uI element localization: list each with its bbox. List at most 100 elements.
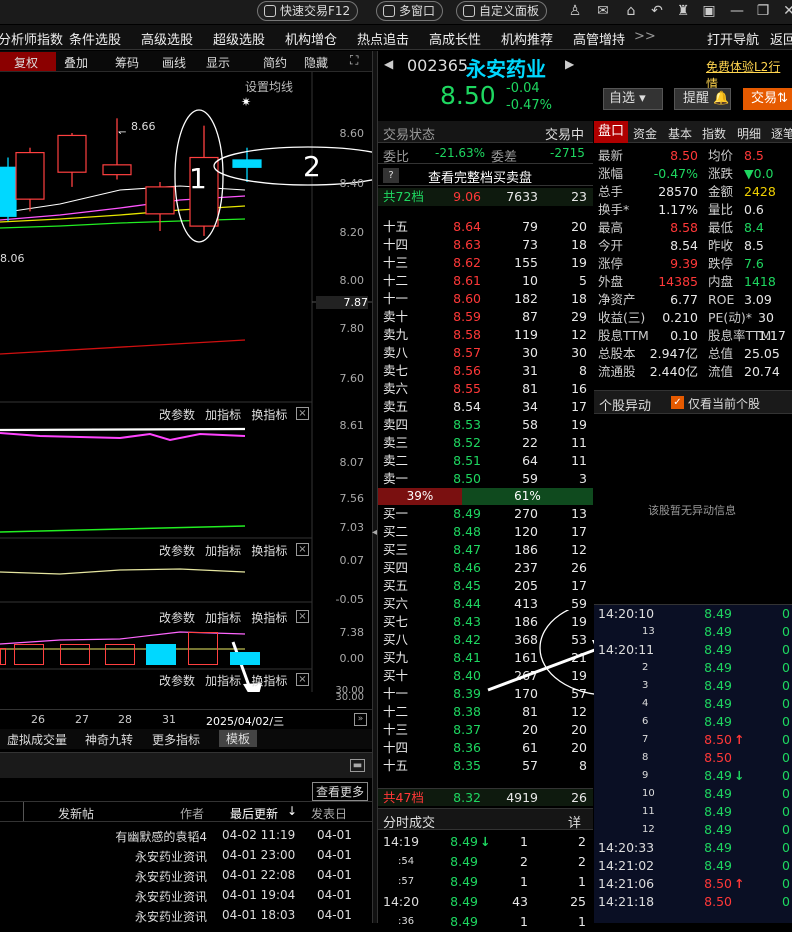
checkbox-checked-icon[interactable]: ✓ — [671, 396, 684, 409]
menu-more[interactable]: >> — [634, 29, 656, 44]
home-icon[interactable]: ⌂ — [622, 2, 640, 20]
forward-icon[interactable]: » — [354, 713, 367, 726]
quote-value: 8.4 — [744, 220, 764, 235]
fuquan-button[interactable]: 复权 — [14, 54, 38, 71]
post-button[interactable]: 发新帖 — [58, 805, 94, 822]
display-button[interactable]: 显示 — [206, 54, 230, 71]
minimize-icon[interactable]: — — [728, 2, 746, 20]
tab-nine-turn[interactable]: 神奇九转 — [85, 731, 133, 748]
menu-item-condition[interactable]: 条件选股 — [69, 29, 121, 48]
level-volume: 22 — [522, 435, 538, 450]
menu-item-inst-add[interactable]: 机构增仓 — [285, 29, 337, 48]
back-link[interactable]: 返回 — [770, 29, 792, 48]
collapse-left-icon[interactable]: ◂ — [372, 527, 377, 538]
edit-param-button[interactable]: 改参数 — [159, 611, 195, 625]
wb-label: 委比 — [383, 150, 410, 165]
tab-detail[interactable]: 明细 — [737, 125, 761, 142]
add-indicator-button[interactable]: 加指标 — [205, 408, 241, 422]
ts-price: 8.49 — [450, 834, 478, 849]
back-icon[interactable]: ↶ — [648, 2, 666, 20]
ts-n: 25 — [570, 894, 586, 909]
news-row[interactable]: 永安药业资讯 04-01 23:00 04-01 — [0, 846, 372, 866]
news-row[interactable]: 永安药业资讯 04-01 19:04 04-01 — [0, 886, 372, 906]
switch-indicator-button[interactable]: 换指标 — [251, 408, 287, 422]
level-price: 8.37 — [453, 722, 481, 737]
price-tick: 8.60 — [339, 127, 365, 140]
timesales-detail-button[interactable]: 详 — [568, 812, 581, 831]
news-row[interactable]: 永安药业资讯 04-01 22:08 04-01 — [0, 866, 372, 886]
tick-row: 14:20:33 8.49 0 — [594, 839, 792, 857]
switch-indicator-button[interactable]: 换指标 — [251, 674, 287, 688]
multi-window-button[interactable]: 多窗口 — [376, 1, 444, 21]
user-icon[interactable]: ♙ — [566, 2, 584, 20]
menu-item-advanced[interactable]: 高级选股 — [141, 29, 193, 48]
menu-item-analyst[interactable]: 分析师指数 — [0, 29, 63, 48]
edit-param-button[interactable]: 改参数 — [159, 408, 195, 422]
open-nav[interactable]: 打开导航 — [707, 29, 759, 48]
help-icon[interactable]: ? — [383, 168, 399, 183]
close-icon[interactable]: ✕ — [780, 2, 792, 20]
level-count: 19 — [571, 417, 587, 432]
close-indicator-icon[interactable]: × — [296, 610, 309, 623]
add-indicator-button[interactable]: 加指标 — [205, 674, 241, 688]
switch-indicator-button[interactable]: 换指标 — [251, 544, 287, 558]
tab-funds[interactable]: 资金 — [633, 125, 657, 142]
menu-item-growth[interactable]: 高成长性 — [429, 29, 481, 48]
mail-icon[interactable]: ✉ — [594, 2, 612, 20]
quick-trade-button[interactable]: 快速交易F12 — [257, 1, 359, 21]
remind-button[interactable]: 提醒 🔔 — [674, 88, 731, 110]
free-l2-link[interactable]: 免费体验L2行情 — [706, 58, 792, 92]
prev-stock-icon[interactable]: ◀ — [384, 57, 393, 71]
add-indicator-button[interactable]: 加指标 — [205, 544, 241, 558]
quote-label: 总值 — [708, 346, 734, 361]
buy-level-label: 买十 — [383, 668, 409, 683]
candles-group — [0, 118, 262, 236]
tab-pankou[interactable]: 盘口 — [594, 121, 628, 143]
overlay-button[interactable]: 叠加 — [64, 54, 88, 71]
tick-row: 3 8.49 0 — [594, 677, 792, 695]
chips-button[interactable]: 筹码 — [115, 54, 139, 71]
see-more-button[interactable]: 查看更多 — [312, 782, 369, 801]
published-header[interactable]: 发表日 — [311, 805, 347, 822]
switch-indicator-button[interactable]: 换指标 — [251, 611, 287, 625]
trade-button[interactable]: 交易⇅ — [743, 88, 792, 110]
menu-item-hotspot[interactable]: 热点追击 — [357, 29, 409, 48]
panel-toggle-icon[interactable]: ▬ — [350, 759, 365, 772]
anomaly-checkbox-label[interactable]: 仅看当前个股 — [688, 395, 760, 412]
draw-button[interactable]: 画线 — [162, 54, 186, 71]
tab-virtual-volume[interactable]: 虚拟成交量 — [7, 731, 67, 748]
edit-param-button[interactable]: 改参数 — [159, 544, 195, 558]
tick-row: 4 8.49 0 — [594, 695, 792, 713]
tab-template[interactable]: 模板 — [219, 730, 258, 747]
menu-item-inst-rec[interactable]: 机构推荐 — [501, 29, 553, 48]
next-stock-icon[interactable]: ▶ — [565, 57, 574, 71]
news-row[interactable]: 有幽默感的袁韬4 04-02 11:19 04-01 — [0, 826, 372, 846]
custom-panel-button[interactable]: 自定义面板 — [456, 1, 548, 21]
full-book-link[interactable]: 查看完整档买卖盘 — [428, 167, 532, 186]
tab-tick[interactable]: 逐笔 — [771, 125, 792, 142]
timesales-row: :36 8.49 1 1 — [378, 912, 593, 932]
add-indicator-button[interactable]: 加指标 — [205, 611, 241, 625]
tab-index[interactable]: 指数 — [702, 125, 726, 142]
news-row[interactable]: 永安药业资讯 04-01 18:03 04-01 — [0, 906, 372, 926]
simple-button[interactable]: 简约 — [263, 54, 287, 71]
hide-button[interactable]: 隐藏 — [304, 54, 328, 71]
edit-param-button[interactable]: 改参数 — [159, 674, 195, 688]
latest-header[interactable]: 最后更新 — [230, 805, 278, 822]
quote-value: 7.6 — [744, 256, 764, 271]
quote-value: 8.54 — [670, 238, 698, 253]
level-count: 18 — [571, 291, 587, 306]
tab-basic[interactable]: 基本 — [668, 125, 692, 142]
menu-item-super[interactable]: 超级选股 — [213, 29, 265, 48]
shirt-icon[interactable]: ♜ — [674, 2, 692, 20]
date-tick: 31 — [162, 713, 176, 726]
box-icon[interactable]: ▣ — [700, 2, 718, 20]
watchlist-button[interactable]: 自选 ▾ — [603, 88, 663, 110]
fullscreen-icon[interactable]: ⛶ — [350, 53, 358, 68]
menu-item-exec[interactable]: 高管增持 — [573, 29, 625, 48]
restore-icon[interactable]: ❐ — [754, 2, 772, 20]
tick-row: 10 8.49 0 — [594, 785, 792, 803]
level-count: 11 — [571, 453, 587, 468]
tick-price: 8.50 — [704, 750, 732, 765]
tab-more-indicators[interactable]: 更多指标 — [152, 731, 200, 748]
